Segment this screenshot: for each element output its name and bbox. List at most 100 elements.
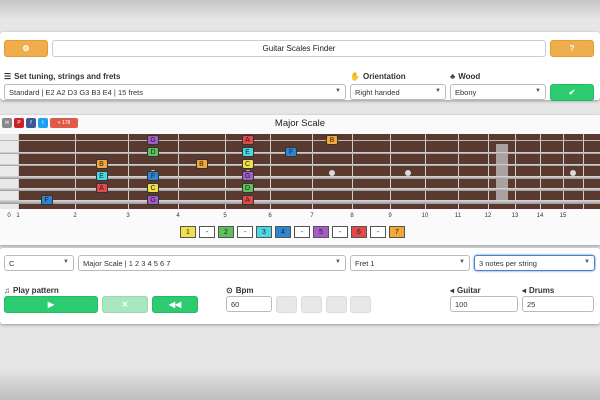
scale-degree-box[interactable]: 6 [351,226,367,238]
play-pattern-label: ♫ Play pattern [4,286,59,295]
guitar-string [0,140,600,141]
fret-number: 0 [7,213,11,219]
fretboard-note[interactable]: C [241,159,254,169]
chevron-down-icon: ▼ [335,88,341,94]
scale-degree-box[interactable]: 3 [256,226,272,238]
clock-icon: ⊙ [226,286,233,295]
fretboard-note[interactable]: A [241,135,254,145]
tuning-select[interactable]: Standard | E2 A2 D3 G3 B3 E4 | 15 frets ▼ [4,84,346,100]
fret-number: 14 [536,213,544,219]
orientation-select[interactable]: Right handed ▼ [350,84,446,100]
fretboard-note[interactable]: D [241,183,254,193]
drums-volume-input[interactable]: 25 [522,296,594,312]
fret-number: 7 [310,213,314,219]
fretboard [0,134,600,209]
scale-degree-box[interactable]: - [370,226,386,238]
fretboard-note[interactable]: G [147,135,159,145]
beat-box-2[interactable] [301,296,322,313]
bpm-input[interactable]: 60 [226,296,272,312]
scale-degree-box[interactable]: 1 [180,226,196,238]
nut [0,134,18,209]
question-icon: ? [569,44,575,53]
tuning-label: ☰ Set tuning, strings and frets [4,72,121,81]
fret-wire [178,134,179,209]
guitar-string [0,200,600,204]
key-select[interactable]: C ▼ [4,255,74,271]
fret-number: 3 [126,213,130,219]
volume-icon: ◂ [522,286,527,295]
scale-select[interactable]: Major Scale | 1 2 3 4 5 6 7 ▼ [78,255,346,271]
beat-box-4[interactable] [350,296,371,313]
fretboard-note[interactable]: A [95,183,108,193]
fret-wire [270,134,271,209]
fret-wire [425,134,426,209]
play-button[interactable]: ▶ [4,296,98,313]
pattern-select[interactable]: 3 notes per string ▼ [474,255,595,271]
settings-button[interactable]: ⚙ [4,40,48,57]
wood-select[interactable]: Ebony ▼ [450,84,546,100]
fret-wire [488,134,489,209]
chevron-down-icon: ▼ [63,259,69,265]
fretboard-note[interactable]: A [241,195,254,205]
fretboard-note[interactable]: E [241,147,254,157]
fretboard-note[interactable]: F [147,171,159,181]
wood-label: ♣ Wood [450,72,481,81]
guitar-volume-input[interactable]: 100 [450,296,518,312]
music-note-icon: ♫ [4,286,10,295]
stop-button[interactable]: ✕ [102,296,148,313]
fret-number: 5 [223,213,227,219]
scale-degree-box[interactable]: 4 [275,226,291,238]
scale-degree-box[interactable]: - [237,226,253,238]
apply-button[interactable]: ✔ [550,84,594,101]
fretboard-note[interactable]: G [241,171,254,181]
guitar-string [0,164,600,166]
stop-icon: ✕ [121,300,129,309]
gear-icon: ⚙ [22,44,30,53]
fretboard-note[interactable]: B [195,159,208,169]
fretboard-note[interactable]: B [95,159,108,169]
fret-wire [583,134,584,209]
fretboard-note[interactable]: F [40,195,53,205]
scale-degree-box[interactable]: - [294,226,310,238]
fretboard-note[interactable]: D [147,147,159,157]
rewind-button[interactable]: ◀◀ [152,296,198,313]
tree-icon: ♣ [450,72,456,81]
fretboard-note[interactable]: E [95,171,108,181]
scale-degree-box[interactable]: 7 [389,226,405,238]
fret-select[interactable]: Fret 1 ▼ [350,255,470,271]
scale-degree-box[interactable]: 2 [218,226,234,238]
list-icon: ☰ [4,72,12,81]
fret-wire [390,134,391,209]
fret-number: 1 [16,213,20,219]
fret-wire [225,134,226,209]
scale-degree-box[interactable]: 5 [313,226,329,238]
play-icon: ▶ [47,300,55,309]
fret-number: 15 [559,213,567,219]
fret-wire [563,134,564,209]
fretboard-note[interactable]: G [147,195,159,205]
fretboard-note[interactable]: F [285,147,297,157]
scale-degree-box[interactable]: - [199,226,215,238]
fret-wire [515,134,516,209]
guitar-label: ◂ Guitar [450,286,481,295]
orientation-label: ✋ Orientation [350,72,406,81]
chevron-down-icon: ▼ [535,88,541,94]
fret-number: 9 [388,213,392,219]
fret-wire [128,134,129,209]
chevron-down-icon: ▼ [435,88,441,94]
hand-icon: ✋ [350,72,360,81]
guitar-string [0,188,600,191]
fret-wire [18,134,19,209]
scale-degree-box[interactable]: - [332,226,348,238]
fretboard-note[interactable]: C [147,183,159,193]
fret-number: 6 [268,213,272,219]
help-button[interactable]: ? [550,40,594,57]
beat-box-3[interactable] [326,296,347,313]
settings-panel: ⚙ Guitar Scales Finder ? ☰ Set tuning, st… [0,32,600,101]
fret-wire [75,134,76,209]
fret-number: 2 [73,213,77,219]
fret-wire [312,134,313,209]
beat-box-1[interactable] [276,296,297,313]
bpm-label: ⊙ Bpm [226,286,254,295]
fretboard-note[interactable]: B [326,135,338,145]
